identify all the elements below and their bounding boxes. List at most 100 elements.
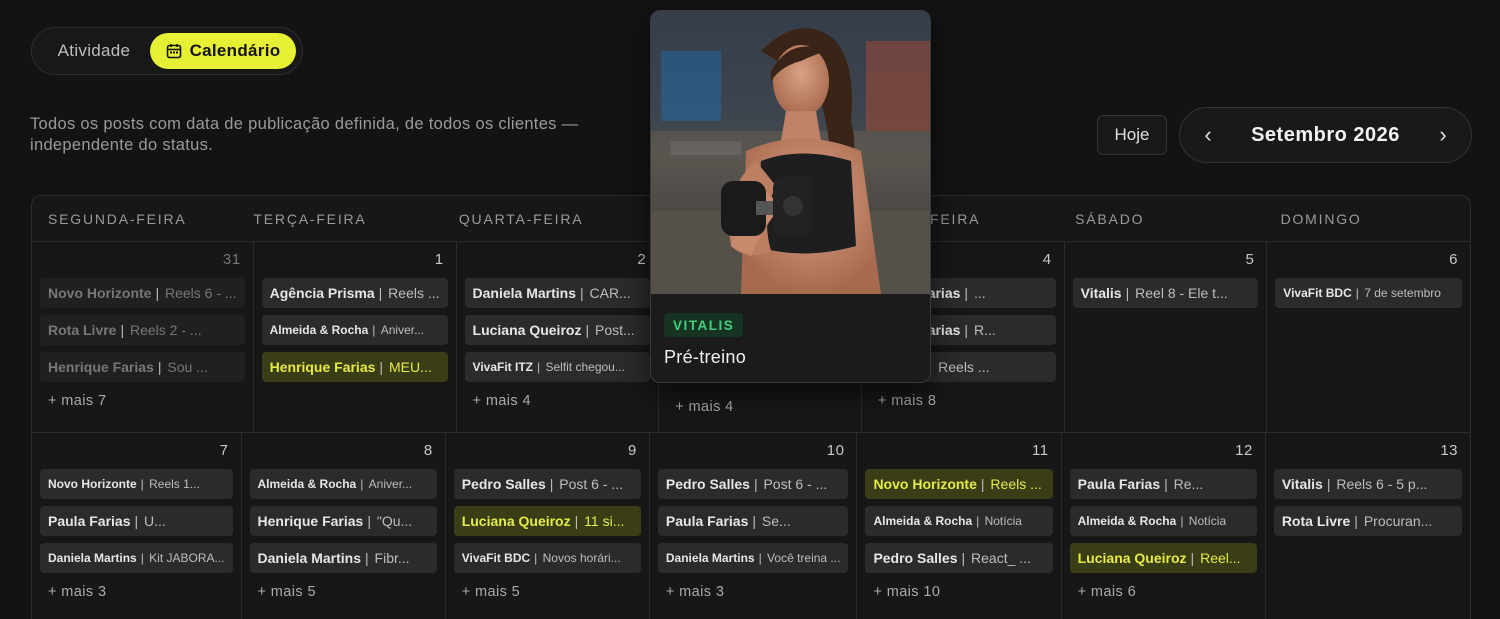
separator: | — [140, 477, 148, 491]
weekday-label: DOMINGO — [1280, 210, 1362, 227]
post-client-name: Paula Farias — [1077, 476, 1161, 492]
post-client-name: Rota Livre — [48, 322, 117, 338]
post-chip[interactable]: Pedro Salles | React_ ... — [865, 543, 1053, 573]
more-posts-link[interactable]: + mais 6 — [1070, 584, 1257, 600]
day-cell[interactable]: 13 Vitalis | Reels 6 - 5 p... Rota Livre | P… — [1266, 433, 1470, 619]
more-posts-link[interactable]: + mais 3 — [40, 584, 233, 600]
post-chip[interactable]: Paula Farias | Se... — [657, 506, 849, 536]
post-title-snippet: Aniver... — [368, 477, 413, 491]
separator: | — [585, 322, 593, 338]
day-cell[interactable]: 12 Paula Farias | Re... Almeida & Rocha | No… — [1062, 433, 1266, 619]
post-chip[interactable]: Rota Livre | Procuran... — [1273, 506, 1462, 536]
separator: | — [534, 551, 541, 565]
post-client-name: Daniela Martins — [472, 285, 577, 301]
today-button[interactable]: Hoje — [1097, 115, 1167, 155]
day-cell[interactable]: 6 VivaFit BDC | 7 de setembro — [1267, 242, 1470, 432]
day-cell[interactable]: 7 Novo Horizonte | Reels 1... Paula Farias |… — [32, 433, 242, 619]
more-posts-link[interactable]: + mais 5 — [250, 584, 437, 600]
post-chip[interactable]: VivaFit ITZ | Selfit chegou... — [464, 352, 651, 382]
post-chip[interactable]: Luciana Queiroz | Post... — [464, 315, 651, 345]
post-chip[interactable]: Luciana Queiroz | 11 si... — [453, 506, 641, 536]
post-chip[interactable]: Daniela Martins | Fibr... — [249, 543, 437, 573]
post-client-name: VivaFit BDC — [461, 551, 531, 565]
separator: | — [120, 322, 128, 338]
chevron-right-icon[interactable]: › — [1433, 124, 1453, 146]
post-chip[interactable]: Almeida & Rocha | Notícia — [1069, 506, 1257, 536]
post-chip[interactable]: VivaFit BDC | Novos horári... — [453, 543, 641, 573]
post-chip[interactable]: Paula Farias | Re... — [1069, 469, 1257, 499]
post-chip[interactable]: Luciana Queiroz | Reel... — [1069, 543, 1257, 573]
post-title-snippet: Kit JABORA... — [149, 551, 225, 565]
post-client-name: Pedro Salles — [665, 476, 750, 492]
more-posts-link[interactable]: + mais 3 — [658, 584, 849, 600]
post-title-snippet: ... — [973, 285, 986, 301]
calendar-tab[interactable]: Calendário — [150, 33, 296, 69]
separator: | — [157, 359, 166, 375]
post-chip[interactable]: Vitalis | Reel 8 - Ele t... — [1072, 278, 1259, 308]
more-posts-link[interactable]: + mais 8 — [870, 393, 1056, 409]
post-chip[interactable]: Vitalis | Reels 6 - 5 p... — [1273, 469, 1462, 499]
post-chip[interactable]: Novo Horizonte | Reels 6 - ... — [40, 278, 245, 308]
post-chip[interactable]: Almeida & Rocha | Aniver... — [261, 315, 448, 345]
post-chip[interactable]: Daniela Martins | Kit JABORA... — [40, 543, 233, 573]
post-chip[interactable]: Novo Horizonte | Reels ... — [865, 469, 1053, 499]
post-chip[interactable]: Daniela Martins | Você treina ... — [657, 543, 849, 573]
post-title-snippet: U... — [144, 513, 166, 529]
day-cell[interactable]: 8 Almeida & Rocha | Aniver... Henrique Fari… — [242, 433, 446, 619]
more-posts-link[interactable]: + mais 4 — [465, 393, 651, 409]
post-title-snippet: Post 6 - ... — [763, 476, 828, 492]
day-cell[interactable]: 10 Pedro Salles | Post 6 - ... Paula Farias… — [650, 433, 858, 619]
post-title-snippet: Aniver... — [380, 323, 425, 337]
day-number: 12 — [1235, 442, 1253, 459]
weekday-label: QUARTA-FEIRA — [458, 210, 584, 227]
separator: | — [549, 476, 558, 492]
more-posts-link[interactable]: + mais 7 — [40, 393, 245, 409]
post-chip[interactable]: Daniela Martins | CAR... — [464, 278, 651, 308]
day-cell[interactable]: 9 Pedro Salles | Post 6 - ... Luciana Queir… — [446, 433, 650, 619]
more-posts-link[interactable]: + mais 4 — [667, 399, 853, 415]
separator: | — [134, 513, 143, 529]
day-cell[interactable]: 2 Daniela Martins | CAR... Luciana Queiroz |… — [457, 242, 660, 432]
more-posts-link[interactable]: + mais 5 — [454, 584, 641, 600]
post-chip[interactable]: Almeida & Rocha | Notícia — [865, 506, 1053, 536]
post-chip[interactable]: Agência Prisma | Reels ... — [261, 278, 448, 308]
post-chip[interactable]: Henrique Farias | "Qu... — [249, 506, 437, 536]
day-number: 5 — [1245, 251, 1255, 268]
post-chip[interactable]: Rota Livre | Reels 2 - ... — [40, 315, 245, 345]
post-title-snippet: Procuran... — [1363, 513, 1433, 529]
day-cell[interactable]: 5 Vitalis | Reel 8 - Ele t... — [1065, 242, 1268, 432]
separator: | — [365, 550, 373, 566]
post-chip[interactable]: Novo Horizonte | Reels 1... — [40, 469, 233, 499]
post-chip[interactable]: Pedro Salles | Post 6 - ... — [453, 469, 641, 499]
post-title-snippet: R... — [973, 322, 996, 338]
more-posts-link[interactable]: + mais 10 — [865, 584, 1052, 600]
post-client-name: Pedro Salles — [873, 550, 958, 566]
post-chip[interactable]: Henrique Farias | Sou ... — [40, 352, 245, 382]
post-client-name: Rota Livre — [1281, 513, 1351, 529]
calendar-icon — [166, 44, 181, 59]
separator: | — [1190, 550, 1199, 566]
day-cell[interactable]: 11 Novo Horizonte | Reels ... Almeida & Roc… — [857, 433, 1062, 619]
separator: | — [140, 551, 148, 565]
day-cell[interactable]: 31 Novo Horizonte | Reels 6 - ... Rota Livr… — [32, 242, 254, 432]
post-client-name: Vitalis — [1080, 285, 1122, 301]
post-chip[interactable]: VivaFit BDC | 7 de setembro — [1275, 278, 1462, 308]
post-title-snippet: Notícia — [984, 514, 1022, 528]
post-client-name: VivaFit ITZ — [472, 360, 533, 374]
post-chip[interactable]: Paula Farias | U... — [40, 506, 233, 536]
post-chip[interactable]: Henrique Farias | MEU... — [261, 352, 448, 382]
post-title-snippet: Post 6 - ... — [559, 476, 624, 492]
post-title-snippet: Reel... — [1200, 550, 1241, 566]
post-client-name: Almeida & Rocha — [873, 514, 973, 528]
post-photo — [651, 11, 930, 294]
post-preview-popover[interactable]: VITALIS Pré-treino — [650, 10, 931, 383]
post-chip[interactable]: Pedro Salles | Post 6 - ... — [657, 469, 849, 499]
separator: | — [360, 477, 367, 491]
activity-tab[interactable]: Atividade — [38, 33, 150, 69]
post-title-snippet: React_ ... — [971, 550, 1031, 566]
chevron-left-icon[interactable]: ‹ — [1198, 124, 1218, 146]
day-cell[interactable]: 1 Agência Prisma | Reels ... Almeida & Roch… — [254, 242, 457, 432]
post-chip[interactable]: Almeida & Rocha | Aniver... — [249, 469, 437, 499]
separator: | — [378, 285, 387, 301]
day-number: 10 — [826, 442, 845, 459]
